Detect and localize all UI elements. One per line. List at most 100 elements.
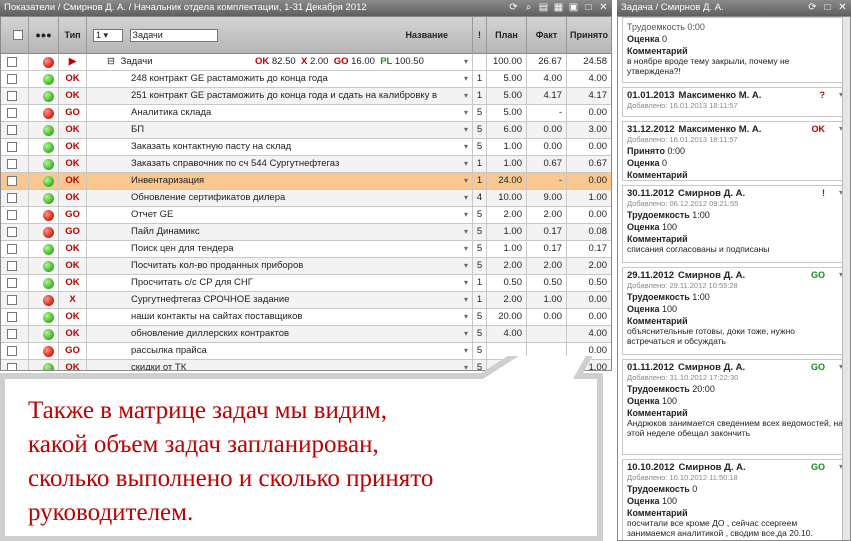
status-dot: [29, 224, 59, 241]
task-row[interactable]: OK обновление диллерских контрактов ▾ 5 4.00…: [1, 326, 611, 343]
level-select[interactable]: 1 ▾: [93, 29, 123, 43]
row-checkbox[interactable]: [1, 190, 29, 207]
name-cell: Заказать контактную пасту на склад ▾: [87, 139, 473, 156]
row-checkbox[interactable]: [1, 156, 29, 173]
chevron-down-icon[interactable]: ▾: [464, 241, 468, 257]
maximize-icon[interactable]: □: [583, 2, 594, 13]
close-icon[interactable]: ✕: [598, 2, 609, 13]
close-icon[interactable]: ✕: [837, 2, 848, 13]
bang-cell: 5: [473, 258, 487, 275]
row-checkbox[interactable]: [1, 139, 29, 156]
row-checkbox[interactable]: [1, 309, 29, 326]
fact-cell-text: 1.00: [543, 294, 563, 305]
bang-cell-text: 5: [476, 260, 483, 271]
row-checkbox[interactable]: [1, 122, 29, 139]
expand-icon[interactable]: ▶: [59, 54, 87, 71]
task-row[interactable]: OK Обновление сертификатов дилера ▾ 4 10.00 9…: [1, 190, 611, 207]
accepted-cell-text: 0.50: [588, 277, 608, 288]
row-checkbox[interactable]: [1, 105, 29, 122]
chevron-down-icon[interactable]: ▾: [464, 326, 468, 342]
entry-status: GO: [810, 362, 825, 372]
refresh-icon[interactable]: ⟳: [807, 2, 818, 13]
row-checkbox[interactable]: [1, 258, 29, 275]
grid-icon[interactable]: ▦: [553, 2, 564, 13]
search-icon[interactable]: ⌕: [523, 2, 534, 13]
row-checkbox[interactable]: [1, 224, 29, 241]
chevron-down-icon[interactable]: ▾: [464, 207, 468, 223]
plan-cell: 1.00: [487, 241, 527, 258]
chevron-down-icon[interactable]: ▾: [464, 156, 468, 172]
maximize-icon[interactable]: □: [822, 2, 833, 13]
entry-status: GO: [810, 270, 825, 280]
group-select[interactable]: Задачи: [129, 29, 218, 43]
scrollbar[interactable]: [842, 17, 850, 540]
type-cell-text: OK: [65, 277, 80, 288]
task-row[interactable]: OK Заказать контактную пасту на склад ▾ 5 1.…: [1, 139, 611, 156]
task-row[interactable]: OK наши контакты на сайтах поставщиков ▾ 5 2…: [1, 309, 611, 326]
fact-cell: 2.00: [527, 258, 567, 275]
task-row[interactable]: OK Поиск цен для тендера ▾ 5 1.00 0.17 0.17: [1, 241, 611, 258]
plan-cell: 1.00: [487, 156, 527, 173]
row-checkbox[interactable]: [1, 54, 29, 71]
type-cell: GO: [59, 224, 87, 241]
task-row[interactable]: GO Пайл Динамикс ▾ 5 1.00 0.17 0.08: [1, 224, 611, 241]
row-checkbox[interactable]: [1, 173, 29, 190]
name-cell-text: БП: [131, 124, 145, 135]
name-cell: наши контакты на сайтах поставщиков ▾: [87, 309, 473, 326]
chevron-down-icon[interactable]: ▾: [464, 309, 468, 325]
chevron-down-icon[interactable]: ▾: [464, 71, 468, 87]
row-checkbox[interactable]: [1, 88, 29, 105]
bang-cell: 1: [473, 292, 487, 309]
name-cell: Поиск цен для тендера ▾: [87, 241, 473, 258]
chevron-down-icon[interactable]: ▾: [464, 190, 468, 206]
chevron-down-icon[interactable]: ▾: [464, 173, 468, 189]
row-checkbox[interactable]: [1, 71, 29, 88]
task-row[interactable]: OK 248 контракт GE растаможить до конца г…: [1, 71, 611, 88]
accepted-cell: 0.00: [567, 139, 611, 156]
row-checkbox[interactable]: [1, 275, 29, 292]
fact-cell-text: -: [558, 107, 562, 118]
chevron-down-icon[interactable]: ▾: [464, 292, 468, 308]
fact-cell: -: [527, 105, 567, 122]
collapse-icon[interactable]: ⊟: [107, 56, 115, 67]
entry-author: Максименко М. А.: [678, 90, 762, 101]
row-checkbox[interactable]: [1, 292, 29, 309]
chevron-down-icon[interactable]: ▾: [464, 122, 468, 138]
chevron-down-icon[interactable]: ▾: [464, 105, 468, 121]
chevron-down-icon[interactable]: ▾: [464, 54, 468, 70]
status-header: ●●●: [29, 17, 59, 54]
entry-field: Трудоемкость 0: [627, 484, 698, 494]
summary-row[interactable]: ▶ ⊟ Задачи OK 82.50 X 2.00 GO 16.00 PL 1…: [1, 54, 611, 71]
chevron-down-icon[interactable]: ▾: [464, 275, 468, 291]
chevron-down-icon[interactable]: ▾: [464, 224, 468, 240]
task-row[interactable]: OK 251 контракт GE растаможить до конца г…: [1, 88, 611, 105]
row-checkbox[interactable]: [1, 326, 29, 343]
accepted-cell-text: 0.17: [588, 243, 608, 254]
task-row[interactable]: OK Посчитать кол-во проданных приборов ▾ 5 2…: [1, 258, 611, 275]
task-row[interactable]: X Сургутнефтегаз СРОЧНОЕ задание ▾ 1 2.00 1.0…: [1, 292, 611, 309]
task-row[interactable]: GO Отчет GE ▾ 5 2.00 2.00 0.00: [1, 207, 611, 224]
chevron-down-icon[interactable]: ▾: [464, 258, 468, 274]
bang-cell: 1: [473, 88, 487, 105]
table-icon[interactable]: ▤: [538, 2, 549, 13]
select-all-header[interactable]: [1, 17, 29, 54]
type-cell-text: OK: [65, 158, 80, 169]
row-checkbox[interactable]: [1, 241, 29, 258]
type-cell: OK: [59, 190, 87, 207]
plan-cell: 0.50: [487, 275, 527, 292]
fact-cell-text: 0.50: [543, 277, 563, 288]
task-row[interactable]: OK БП ▾ 5 6.00 0.00 3.00: [1, 122, 611, 139]
task-row[interactable]: OK Просчитать с/с СР для СНГ ▾ 1 0.50 0.50 0.5…: [1, 275, 611, 292]
task-row[interactable]: GO Аналитика склада ▾ 5 5.00 - 0.00: [1, 105, 611, 122]
refresh-icon[interactable]: ⟳: [508, 2, 519, 13]
fact-cell: 9.00: [527, 190, 567, 207]
export-icon[interactable]: ▣: [568, 2, 579, 13]
task-row[interactable]: OK Заказать справочник по сч 544 Сургутне…: [1, 156, 611, 173]
entry-author: Смирнов Д. А.: [678, 188, 746, 199]
chevron-down-icon[interactable]: ▾: [464, 88, 468, 104]
task-row[interactable]: OK Инвентаризация ▾ 1 24.00 - 0.00: [1, 173, 611, 190]
row-checkbox[interactable]: [1, 207, 29, 224]
entry-status: ?: [819, 90, 826, 100]
chevron-down-icon[interactable]: ▾: [464, 139, 468, 155]
type-cell: GO: [59, 207, 87, 224]
